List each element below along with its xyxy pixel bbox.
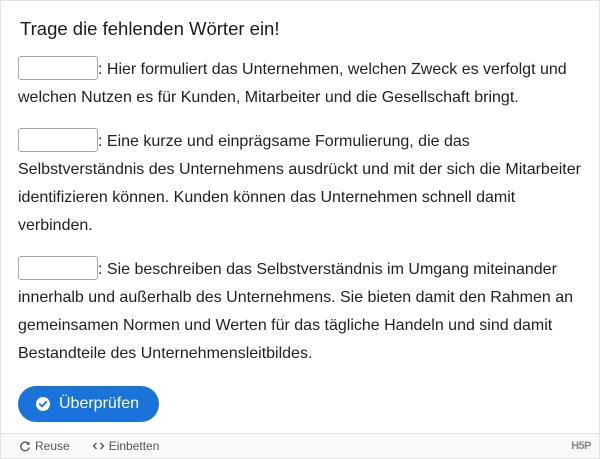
- blank-input-3[interactable]: [18, 255, 98, 280]
- task-title: Trage die fehlenden Wörter ein!: [20, 18, 280, 39]
- question-2-text: : Eine kurze und einprägsame Formulierun…: [18, 133, 581, 234]
- check-circle-icon: [36, 397, 50, 411]
- footer-bar: Reuse Einbetten H5P: [1, 433, 599, 458]
- reuse-label: Reuse: [35, 439, 70, 453]
- activity-content: Trage die fehlenden Wörter ein! : Hier f…: [1, 1, 599, 422]
- blank-input-1[interactable]: [18, 55, 98, 80]
- question-1: : Hier formuliert das Unternehmen, welch…: [18, 55, 582, 112]
- check-button-label: Überprüfen: [59, 395, 140, 412]
- blank-input-2[interactable]: [18, 127, 98, 152]
- embed-link[interactable]: Einbetten: [92, 439, 160, 453]
- question-3: : Sie beschreiben das Selbstverständnis …: [18, 255, 582, 368]
- reuse-icon: [20, 441, 30, 452]
- question-2: : Eine kurze und einprägsame Formulierun…: [18, 127, 582, 240]
- h5p-logo[interactable]: H5P: [571, 440, 591, 452]
- embed-label: Einbetten: [108, 439, 160, 453]
- reuse-link[interactable]: Reuse: [19, 439, 70, 453]
- question-3-text: : Sie beschreiben das Selbstverständnis …: [18, 261, 574, 362]
- question-1-text: : Hier formuliert das Unternehmen, welch…: [18, 61, 567, 106]
- embed-code-icon: [92, 442, 105, 450]
- check-button[interactable]: Überprüfen: [18, 386, 160, 422]
- h5p-activity-frame: Trage die fehlenden Wörter ein! : Hier f…: [0, 0, 600, 459]
